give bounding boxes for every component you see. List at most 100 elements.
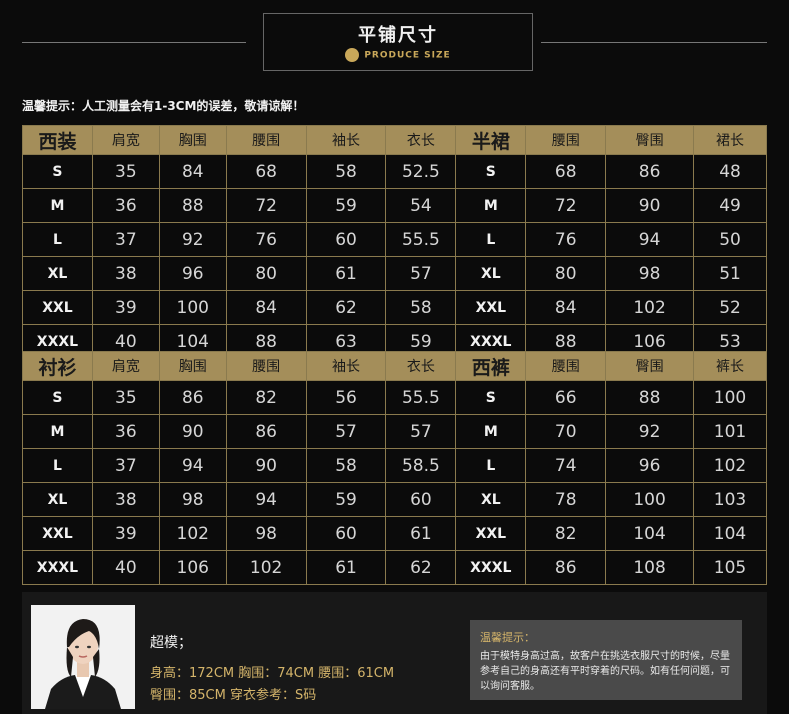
- table-cell: 80: [525, 256, 607, 291]
- table-cell: 60: [305, 222, 387, 257]
- table-cell: 52: [693, 290, 767, 325]
- table-cell: 57: [305, 414, 387, 449]
- table-cell: 58.5: [385, 448, 457, 483]
- table-cell: 61: [305, 256, 387, 291]
- table-header-row: 西装 肩宽 胸围 腰围 袖长 衣长 半裙 腰围 臀围 裙长: [22, 125, 767, 155]
- table-cell: 100: [605, 482, 695, 517]
- table-cell: 102: [605, 290, 695, 325]
- size-label: L: [455, 448, 527, 483]
- page-subtitle: PRODUCE SIZE: [264, 48, 532, 62]
- column-header: 胸围: [158, 125, 227, 155]
- table-cell: 94: [225, 482, 307, 517]
- size-label: XXL: [22, 516, 93, 551]
- table-cell: 35: [91, 154, 160, 189]
- table-row: XXXL 40 106 102 61 62 XXXL 86 108 105: [22, 550, 767, 585]
- table-cell: 59: [305, 482, 387, 517]
- table-cell: 94: [158, 448, 227, 483]
- subtitle-text: PRODUCE SIZE: [364, 50, 451, 61]
- table-cell: 98: [158, 482, 227, 517]
- column-header: 腰围: [525, 125, 607, 155]
- table-cell: 100: [158, 290, 227, 325]
- table-cell: 51: [693, 256, 767, 291]
- table-cell: 88: [605, 380, 695, 415]
- table-row: L 37 92 76 60 55.5 L 76 94 50: [22, 222, 767, 257]
- model-portrait-image: [31, 605, 135, 709]
- table-cell: 38: [91, 482, 160, 517]
- table-cell: 76: [225, 222, 307, 257]
- table-cell: 54: [385, 188, 457, 223]
- table-cell: 50: [693, 222, 767, 257]
- table-cell: 92: [605, 414, 695, 449]
- table-cell: 52.5: [385, 154, 457, 189]
- model-info-panel: 超模； 身高：172CM 胸围：74CM 腰围：61CM 臀围：85CM 穿衣参…: [22, 592, 767, 714]
- table-cell: 58: [385, 290, 457, 325]
- table-cell: 84: [525, 290, 607, 325]
- table-cell: 37: [91, 222, 160, 257]
- table-row: M 36 90 86 57 57 M 70 92 101: [22, 414, 767, 449]
- table-cell: 72: [225, 188, 307, 223]
- table-cell: 59: [305, 188, 387, 223]
- table-cell: 35: [91, 380, 160, 415]
- table-cell: 96: [605, 448, 695, 483]
- table-cell: 56: [305, 380, 387, 415]
- table-cell: 55.5: [385, 380, 457, 415]
- table-cell: 76: [525, 222, 607, 257]
- table-cell: 72: [525, 188, 607, 223]
- column-header: 裤长: [693, 351, 767, 381]
- table-cell: 74: [525, 448, 607, 483]
- size-label: S: [455, 380, 527, 415]
- table-cell: 86: [605, 154, 695, 189]
- size-label: M: [455, 188, 527, 223]
- size-label: XXL: [22, 290, 93, 325]
- column-header: 袖长: [305, 351, 387, 381]
- table-cell: 36: [91, 188, 160, 223]
- table-cell: 82: [225, 380, 307, 415]
- table-cell: 60: [305, 516, 387, 551]
- table-cell: 90: [225, 448, 307, 483]
- table-cell: 104: [605, 516, 695, 551]
- header-right-rule: [541, 42, 767, 43]
- size-label: XL: [22, 256, 93, 291]
- table-cell: 104: [693, 516, 767, 551]
- category-skirt: 半裙: [455, 125, 527, 155]
- size-label: S: [455, 154, 527, 189]
- model-measurements-line1: 身高：172CM 胸围：74CM 腰围：61CM: [150, 666, 395, 681]
- table-cell: 82: [525, 516, 607, 551]
- table-cell: 66: [525, 380, 607, 415]
- table-header-row: 衬衫 肩宽 胸围 腰围 袖长 衣长 西裤 腰围 臀围 裤长: [22, 351, 767, 381]
- table-cell: 101: [693, 414, 767, 449]
- model-photo: [31, 605, 135, 709]
- table-cell: 62: [385, 550, 457, 585]
- tip-text: 由于模特身高过高，故客户在挑选衣服尺寸的时候，尽量参考自己的身高还有平时穿着的尺…: [480, 651, 730, 692]
- table-cell: 90: [605, 188, 695, 223]
- table-cell: 36: [91, 414, 160, 449]
- size-label: M: [455, 414, 527, 449]
- header-box: 平铺尺寸 PRODUCE SIZE: [263, 13, 533, 71]
- table-cell: 58: [305, 448, 387, 483]
- header-left-rule: [22, 42, 246, 43]
- table-cell: 78: [525, 482, 607, 517]
- column-header: 腰围: [225, 125, 307, 155]
- table-row: S 35 86 82 56 55.5 S 66 88 100: [22, 380, 767, 415]
- table-cell: 40: [91, 550, 160, 585]
- table-cell: 38: [91, 256, 160, 291]
- size-label: L: [22, 222, 93, 257]
- table-row: XL 38 98 94 59 60 XL 78 100 103: [22, 482, 767, 517]
- tip-box: 温馨提示： 由于模特身高过高，故客户在挑选衣服尺寸的时候，尽量参考自己的身高还有…: [470, 620, 742, 700]
- table-cell: 102: [158, 516, 227, 551]
- table-cell: 68: [225, 154, 307, 189]
- tip-title: 温馨提示：: [480, 631, 535, 644]
- category-pants: 西裤: [455, 351, 527, 381]
- header: 平铺尺寸 PRODUCE SIZE: [0, 0, 789, 90]
- table-row: XXL 39 102 98 60 61 XXL 82 104 104: [22, 516, 767, 551]
- table-cell: 103: [693, 482, 767, 517]
- model-measurements-line2: 臀围：85CM 穿衣参考：S码: [150, 688, 317, 703]
- table-cell: 61: [385, 516, 457, 551]
- table-row: M 36 88 72 59 54 M 72 90 49: [22, 188, 767, 223]
- size-label: XXXL: [455, 550, 527, 585]
- brand-logo-icon: [345, 48, 360, 62]
- table-cell: 108: [605, 550, 695, 585]
- table-cell: 102: [693, 448, 767, 483]
- table-cell: 86: [525, 550, 607, 585]
- size-label: XL: [455, 482, 527, 517]
